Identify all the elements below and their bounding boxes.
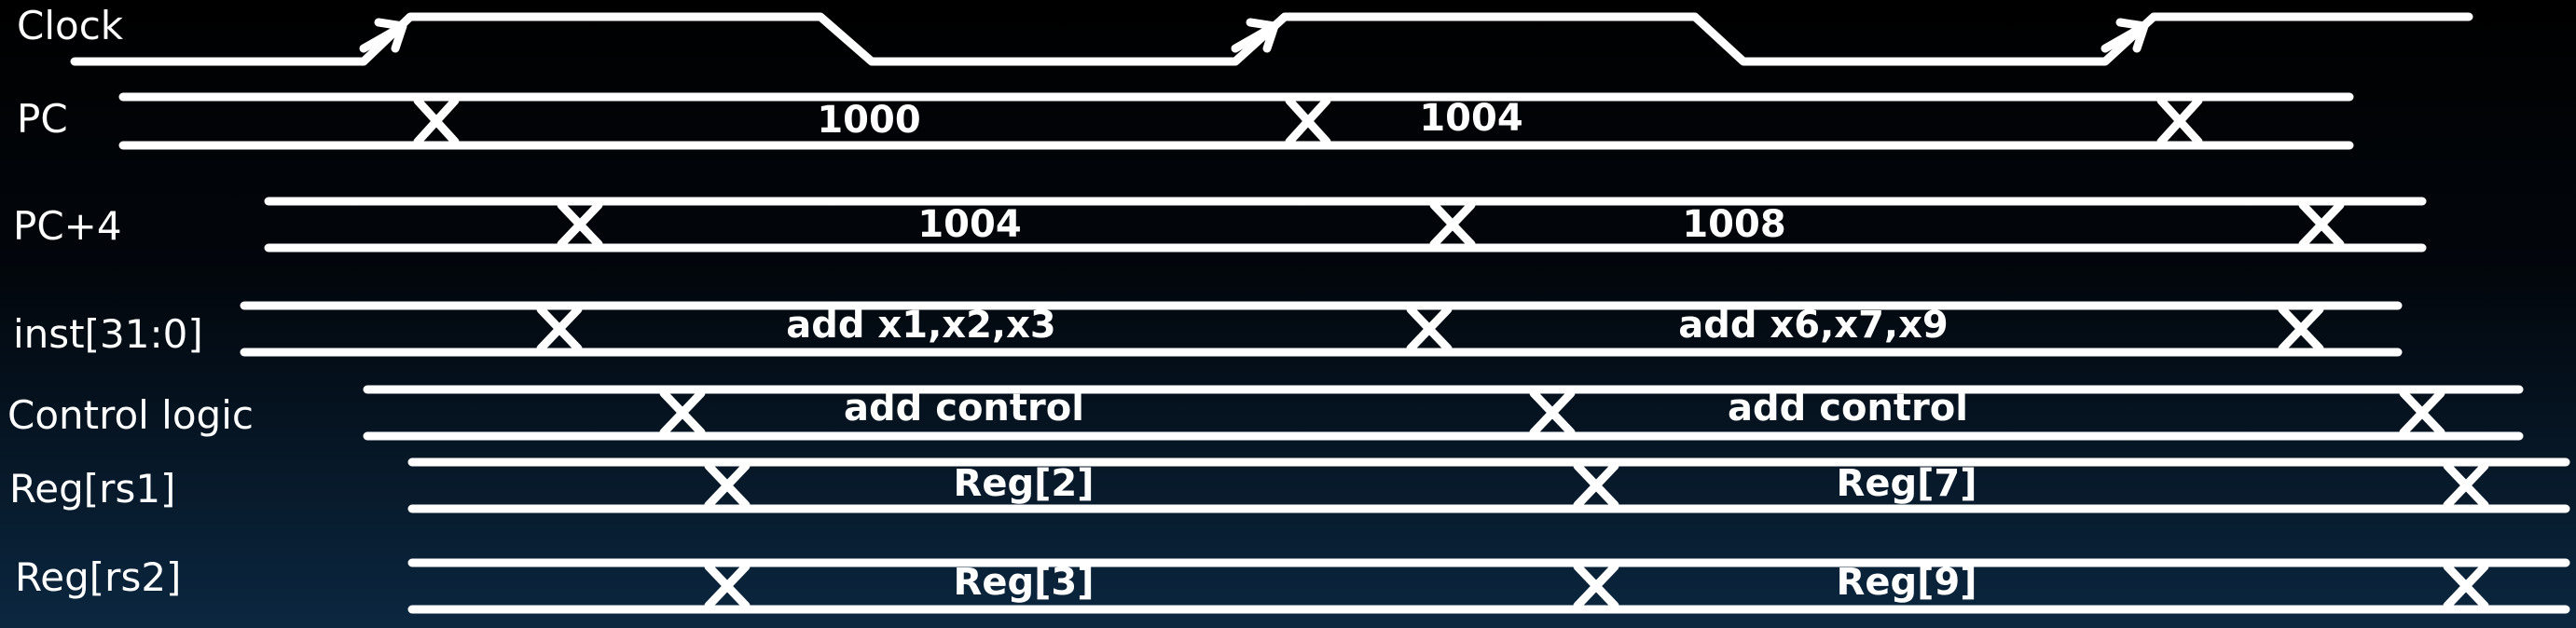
signal-label: PC+4 [13, 203, 122, 249]
bus-value: Reg[3] [954, 561, 1095, 604]
bus-value: add control [844, 387, 1084, 430]
transition-marker [557, 200, 603, 249]
bus-signal-reg-rs2: Reg[rs2] Reg[3] Reg[9] [15, 554, 2570, 614]
clock-label: Clock [17, 3, 124, 48]
bus-value: Reg[9] [1837, 561, 1977, 604]
clock-signal: Clock [17, 3, 2473, 66]
bus-signal-pc: PC 1000 1004 [17, 92, 2354, 150]
transition-marker [2399, 389, 2445, 437]
transition-marker [659, 389, 706, 437]
bus-value: Reg[2] [954, 462, 1095, 505]
bus-value: Reg[7] [1837, 462, 1977, 505]
signal-label: Reg[rs1] [9, 466, 175, 512]
transition-marker [2278, 305, 2324, 353]
transition-marker [2156, 96, 2203, 146]
transition-marker [1573, 562, 1619, 610]
signal-label: inst[31:0] [13, 311, 203, 357]
transition-marker [1529, 389, 1576, 437]
bus-value: 1000 [817, 99, 920, 142]
signal-label: Control logic [7, 392, 254, 438]
timing-diagram: Clock PC 1000 1004 PC+4 1004 1008 inst[3… [7, 3, 2570, 614]
bus-value: add control [1728, 387, 1968, 430]
transition-marker [1285, 96, 1331, 146]
transition-marker [704, 562, 751, 610]
transition-marker [1406, 305, 1453, 353]
signal-label: Reg[rs2] [15, 554, 181, 600]
signal-label: PC [17, 96, 68, 142]
transition-marker [1429, 200, 1476, 249]
bus-value: add x6,x7,x9 [1678, 304, 1948, 347]
bus-signal-control-logic: Control logic add control add control [7, 385, 2524, 441]
bus-signal-reg-rs1: Reg[rs1] Reg[2] Reg[7] [9, 457, 2570, 513]
transition-marker [2298, 200, 2345, 249]
bus-signal-instruction: inst[31:0] add x1,x2,x3 add x6,x7,x9 [13, 301, 2403, 357]
transition-marker [704, 461, 751, 510]
transition-marker [413, 96, 460, 146]
bus-signal-pc-plus-4: PC+4 1004 1008 [13, 197, 2427, 253]
bus-value: 1008 [1682, 203, 1785, 246]
bus-value: add x1,x2,x3 [786, 304, 1055, 347]
transition-marker [1573, 461, 1619, 510]
bus-value: 1004 [917, 203, 1021, 246]
transition-marker [2443, 461, 2489, 510]
transition-marker [2443, 562, 2489, 610]
transition-marker [536, 305, 583, 353]
bus-value: 1004 [1419, 97, 1522, 140]
